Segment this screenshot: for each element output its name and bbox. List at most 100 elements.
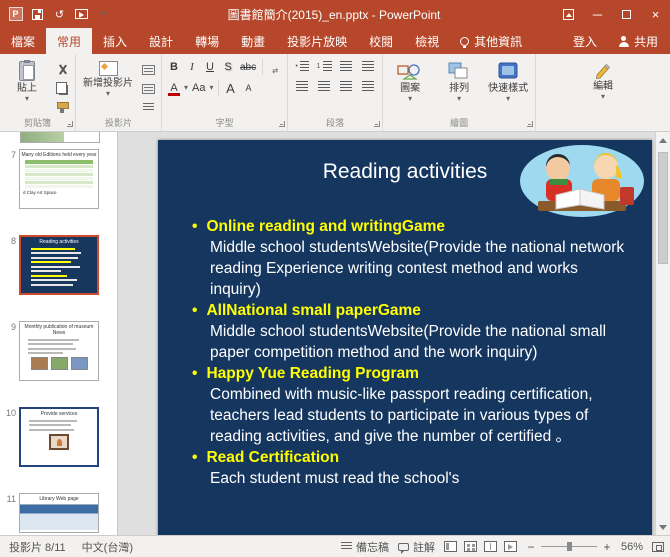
slide-number-8: 8 [0,235,19,295]
shapes-button[interactable]: 圖案 ▾ [387,58,433,102]
bullet-list-icon: • [295,63,297,70]
italic-button[interactable]: I [184,58,200,75]
slide-thumbnail-6-partial[interactable] [20,132,100,143]
format-painter-button[interactable] [53,100,71,115]
qat-customize-button[interactable]: ▾ [93,2,114,26]
slide-thumbnail-11[interactable]: Library Web page [19,493,99,533]
normal-view-button[interactable] [444,541,457,552]
save-icon [32,9,43,20]
undo-button[interactable]: ↺ [49,2,70,26]
paste-button[interactable]: 貼上 ▾ [4,58,50,102]
save-button[interactable] [27,2,48,26]
comments-label: 註解 [413,539,435,555]
increase-font-size-button[interactable]: A [223,79,239,96]
thumbnail-title: Monthly publication of museum News [20,322,98,336]
dialog-launcher-icon[interactable] [374,121,380,127]
tab-animations[interactable]: 動畫 [230,28,276,54]
format-painter-icon [57,102,67,113]
new-slide-button[interactable]: 新增投影片 ▾ [80,58,136,97]
dialog-launcher-icon[interactable] [67,121,73,127]
character-spacing-button[interactable]: ⇄ [267,58,283,75]
dialog-launcher-icon[interactable] [527,121,533,127]
decrease-font-size-button[interactable]: A [241,79,257,96]
tab-review[interactable]: 校閱 [358,28,404,54]
share-button[interactable]: 共用 [607,28,670,54]
ribbon-display-options-button[interactable] [554,0,583,28]
thumbnail-text-line [31,252,81,254]
zoom-level[interactable]: 56% [621,541,643,553]
increase-indent-button[interactable] [358,58,378,74]
tab-view[interactable]: 檢視 [404,28,450,54]
arrange-label: 排列 [449,83,469,94]
maximize-button[interactable] [612,0,641,28]
zoom-slider-thumb[interactable] [567,542,572,551]
language-indicator[interactable]: 中文(台灣) [82,539,133,555]
zoom-slider[interactable] [541,546,597,547]
section-button[interactable] [139,100,157,115]
thumbnail-text-line [31,279,77,281]
bullet-heading: Online reading and writingGame [206,216,445,237]
reading-view-button[interactable] [484,541,497,552]
reset-icon [142,84,155,94]
zoom-in-button[interactable]: + [602,540,612,554]
align-center-button[interactable] [314,78,334,94]
bullet-icon: • [192,216,197,237]
chevron-down-icon: ▾ [601,94,605,100]
chevron-down-icon: ▾ [184,85,188,91]
tell-me-box[interactable]: 其他資訊 [450,28,532,54]
bold-button[interactable]: B [166,58,182,75]
bullets-button[interactable]: • [292,58,312,74]
tab-file[interactable]: 檔案 [0,28,46,54]
notes-button[interactable]: 備忘稿 [341,539,389,555]
zoom-out-button[interactable]: − [526,540,536,554]
quick-styles-label: 快速樣式 [488,83,528,94]
app-menu-button[interactable]: P [5,2,26,26]
justify-button[interactable] [358,78,378,94]
slide-thumbnail-10[interactable]: Provide services [19,407,99,467]
scrollbar-thumb[interactable] [658,152,668,264]
divider [218,80,219,96]
sign-in-button[interactable]: 登入 [563,28,607,54]
align-right-button[interactable] [336,78,356,94]
slide-indicator[interactable]: 投影片 8/11 [9,539,66,555]
underline-button[interactable]: U [202,58,218,75]
close-button[interactable]: × [641,0,670,28]
arrange-button[interactable]: 排列 ▾ [436,58,482,102]
scroll-down-button[interactable] [656,520,670,534]
numbering-button[interactable]: 1 [314,58,334,74]
start-slideshow-button[interactable] [71,2,92,26]
tab-insert[interactable]: 插入 [92,28,138,54]
dialog-launcher-icon[interactable] [279,121,285,127]
reading-kids-clipart[interactable] [516,143,644,219]
tab-transitions[interactable]: 轉場 [184,28,230,54]
tab-slideshow[interactable]: 投影片放映 [276,28,358,54]
text-shadow-button[interactable]: S [220,58,236,75]
tab-design[interactable]: 設計 [138,28,184,54]
comments-button[interactable]: 註解 [398,539,435,555]
slideshow-view-button[interactable] [504,541,517,552]
cut-button[interactable] [53,62,71,77]
align-left-button[interactable] [292,78,312,94]
fit-to-window-button[interactable] [652,542,664,552]
slide-thumbnail-8-selected[interactable]: Reading activities [19,235,99,295]
slide-editing-area[interactable]: Reading activities [158,140,652,535]
vertical-scrollbar[interactable] [655,132,670,535]
slide-thumbnail-7[interactable]: Many old Editions held every year d Clay… [19,149,99,209]
reset-button[interactable] [139,81,157,96]
quick-styles-button[interactable]: 快速樣式 ▾ [485,58,531,102]
strikethrough-button[interactable]: abc [238,58,258,75]
change-case-button[interactable]: Aa [190,79,207,96]
slideshow-icon [75,9,88,19]
font-color-button[interactable]: A [166,79,182,96]
layout-button[interactable] [139,62,157,77]
slide-canvas: Reading activities [118,132,655,535]
copy-button[interactable] [53,81,71,96]
slide-thumbnail-9[interactable]: Monthly publication of museum News [19,321,99,381]
tab-home[interactable]: 常用 [46,28,92,54]
decrease-indent-button[interactable] [336,58,356,74]
slide-sorter-view-button[interactable] [464,541,477,552]
slide-body-text[interactable]: •Online reading and writingGame Middle s… [192,216,630,489]
editing-button[interactable]: 編輯 ▾ [580,58,626,100]
minimize-button[interactable]: ─ [583,0,612,28]
scroll-up-button[interactable] [656,133,670,147]
